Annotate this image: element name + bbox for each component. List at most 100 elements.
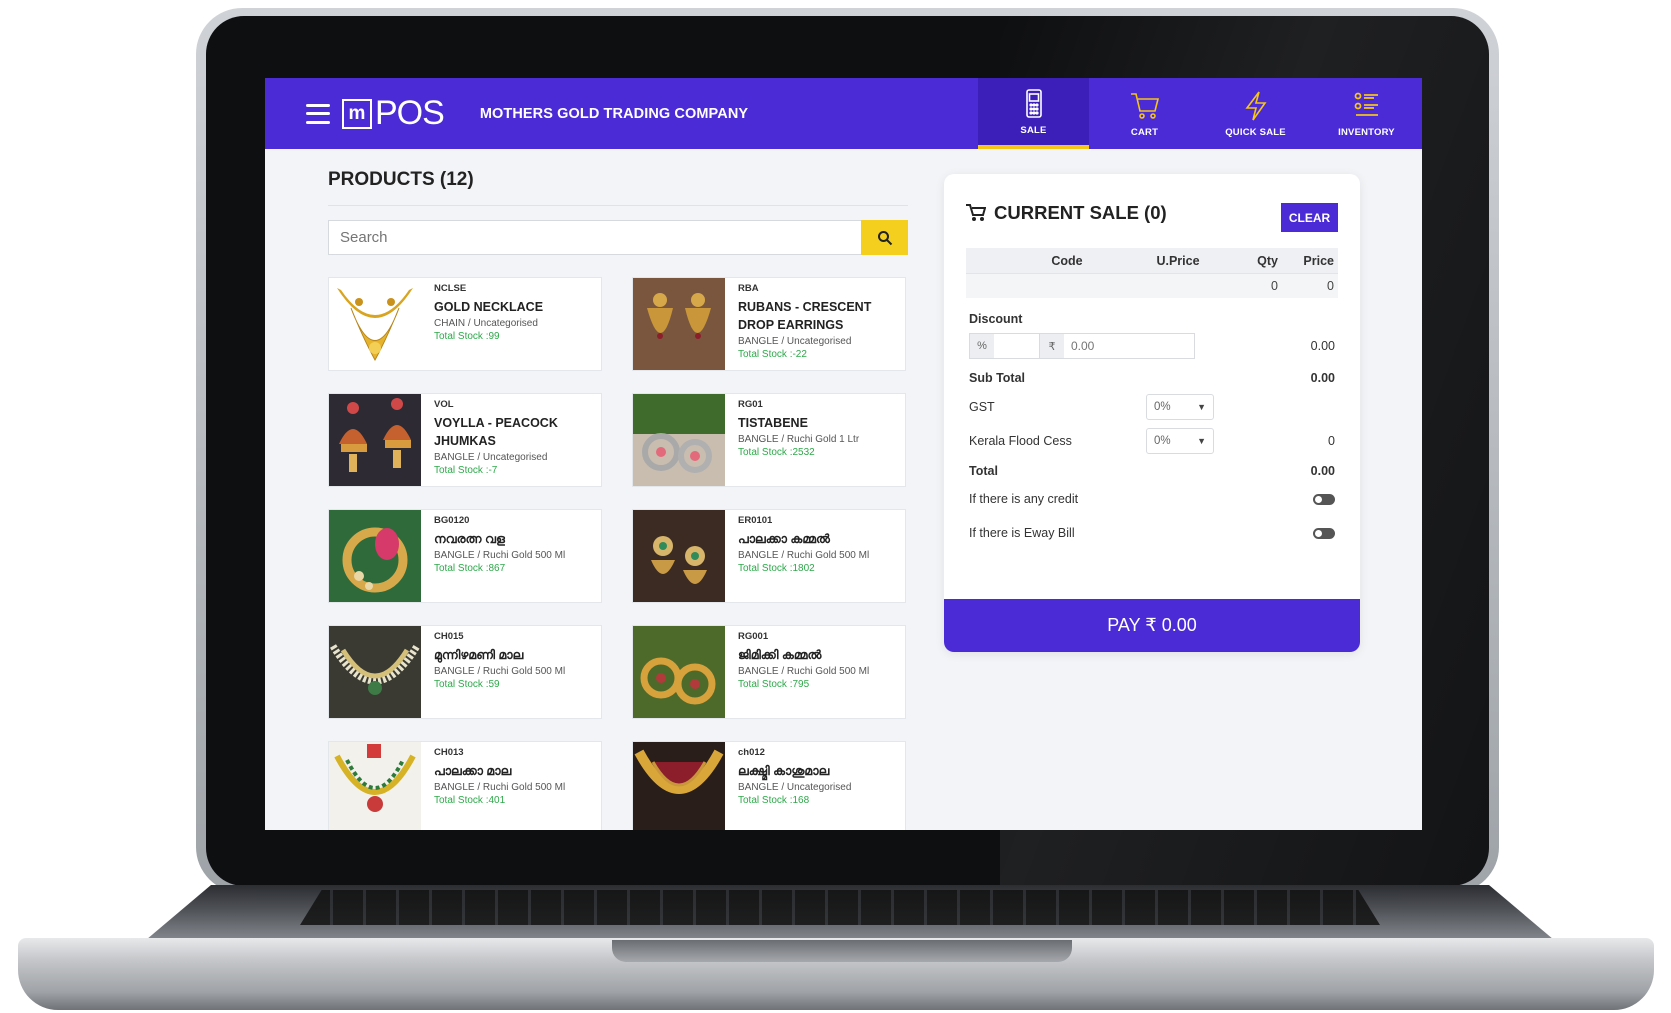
product-name: പാലക്കാ കമ്മൽ	[738, 532, 830, 546]
product-card[interactable]: NCLSE GOLD NECKLACE CHAIN / Uncategorise…	[328, 277, 602, 371]
percent-addon: %	[970, 334, 994, 358]
search-button[interactable]	[861, 220, 908, 255]
product-card[interactable]: CH013 പാലക്കാ മാല BANGLE / Ruchi Gold 50…	[328, 741, 602, 830]
product-card[interactable]: ch012 ലക്ഷ്മി കാശുമാല BANGLE / Uncategor…	[632, 741, 906, 830]
product-name: TISTABENE	[738, 416, 808, 430]
product-code: RG001	[738, 631, 769, 642]
product-card[interactable]: RG01 TISTABENE BANGLE / Ruchi Gold 1 Ltr…	[632, 393, 906, 487]
tab-inventory-label: INVENTORY	[1338, 127, 1395, 138]
cell-qty: 0	[1271, 279, 1278, 293]
gst-row: GST 0% ▼	[969, 394, 1335, 420]
current-sale-title: CURRENT SALE (0)	[994, 202, 1167, 223]
credit-label: If there is any credit	[969, 492, 1079, 506]
product-grid: NCLSE GOLD NECKLACE CHAIN / Uncategorise…	[328, 277, 908, 830]
tab-sale-label: SALE	[1020, 125, 1047, 136]
discount-amount-field[interactable]: ₹	[1040, 333, 1195, 359]
credit-toggle[interactable]	[1313, 493, 1335, 505]
table-header: Code U.Price Qty Price	[966, 248, 1338, 273]
tab-inventory[interactable]: INVENTORY	[1311, 78, 1422, 149]
product-name: RUBANS - CRESCENT DROP EARRINGS	[738, 300, 872, 332]
product-category: BANGLE / Uncategorised	[434, 452, 548, 463]
product-name: ജിമിക്കി കമ്മൽ	[738, 648, 822, 662]
product-code: BG0120	[434, 515, 470, 526]
product-name: VOYLLA - PEACOCK JHUMKAS	[434, 416, 558, 448]
col-qty: Qty	[1257, 253, 1278, 268]
product-card[interactable]: RG001 ജിമിക്കി കമ്മൽ BANGLE / Ruchi Gold…	[632, 625, 906, 719]
logo-text: POS	[375, 94, 445, 132]
chevron-down-icon: ▼	[1197, 402, 1206, 412]
product-card[interactable]: RBA RUBANS - CRESCENT DROP EARRINGS BANG…	[632, 277, 906, 371]
product-stock: Total Stock :2532	[738, 447, 815, 458]
product-image-peacock-jhumkas	[329, 394, 421, 486]
eway-row: If there is Eway Bill	[969, 526, 1335, 540]
subtotal-value: 0.00	[1310, 371, 1335, 385]
product-code: ch012	[738, 747, 765, 758]
cess-value: 0	[1328, 434, 1335, 448]
chevron-down-icon: ▼	[1197, 436, 1206, 446]
list-icon	[1354, 92, 1378, 116]
search-input[interactable]	[328, 220, 861, 255]
gst-select-value: 0%	[1154, 401, 1171, 413]
product-card[interactable]: ER0101 പാലക്കാ കമ്മൽ BANGLE / Ruchi Gold…	[632, 509, 906, 603]
discount-percent-field[interactable]: %	[969, 333, 1040, 359]
clear-button[interactable]: CLEAR	[1281, 203, 1338, 232]
cess-label: Kerala Flood Cess	[969, 434, 1072, 448]
table-row: 0 0	[966, 273, 1338, 298]
col-price: Price	[1303, 253, 1334, 268]
gst-select[interactable]: 0% ▼	[1146, 394, 1214, 420]
rupee-addon: ₹	[1040, 334, 1064, 358]
cess-row: Kerala Flood Cess 0% ▼ 0	[969, 428, 1335, 454]
trackpad-notch	[612, 940, 1072, 962]
total-label: Total	[969, 464, 998, 478]
subtotal-row: Sub Total 0.00	[969, 371, 1335, 385]
eway-label: If there is Eway Bill	[969, 526, 1075, 540]
logo-mark: m	[342, 98, 372, 129]
product-name: GOLD NECKLACE	[434, 300, 544, 314]
product-category: BANGLE / Ruchi Gold 500 Ml	[434, 782, 566, 793]
product-category: BANGLE / Ruchi Gold 500 Ml	[738, 666, 870, 677]
discount-amount-input[interactable]	[1064, 334, 1194, 358]
tab-quick-sale[interactable]: QUICK SALE	[1200, 78, 1311, 149]
cess-select[interactable]: 0% ▼	[1146, 428, 1214, 454]
product-image-pearl-necklace	[329, 626, 421, 718]
product-image-jimikki-earrings	[633, 626, 725, 718]
product-name: മുന്നിഴമണി മാല	[434, 648, 524, 662]
product-code: RG01	[738, 399, 763, 410]
product-stock: Total Stock :99	[434, 331, 500, 342]
keyboard	[300, 890, 1380, 925]
product-stock: Total Stock :401	[434, 795, 506, 806]
hamburger-menu-icon[interactable]	[306, 103, 330, 124]
main-nav: SALE CART QUICK SALE INVENTORY	[978, 78, 1422, 149]
search-bar	[328, 220, 908, 255]
product-code: CH015	[434, 631, 464, 642]
tab-cart-label: CART	[1130, 127, 1159, 138]
product-card[interactable]: CH015 മുന്നിഴമണി മാല BANGLE / Ruchi Gold…	[328, 625, 602, 719]
product-image-palakka-earrings	[633, 510, 725, 602]
product-category: BANGLE / Ruchi Gold 1 Ltr	[738, 434, 860, 445]
product-image-tistabene	[633, 394, 725, 486]
tab-cart[interactable]: CART	[1089, 78, 1200, 149]
lightning-icon	[1244, 91, 1267, 121]
product-stock: Total Stock :168	[738, 795, 810, 806]
product-card[interactable]: BG0120 നവരത്ന വള BANGLE / Ruchi Gold 500…	[328, 509, 602, 603]
product-category: BANGLE / Ruchi Gold 500 Ml	[434, 666, 566, 677]
discount-label: Discount	[969, 312, 1023, 326]
cell-price: 0	[1327, 279, 1334, 293]
product-code: RBA	[738, 283, 759, 294]
search-icon	[877, 230, 892, 245]
product-image-navaratna-bangle	[329, 510, 421, 602]
product-stock: Total Stock :-22	[738, 349, 807, 360]
product-card[interactable]: VOL VOYLLA - PEACOCK JHUMKAS BANGLE / Un…	[328, 393, 602, 487]
product-image-crescent-earrings	[633, 278, 725, 370]
product-category: BANGLE / Uncategorised	[738, 336, 852, 347]
eway-toggle[interactable]	[1313, 527, 1335, 539]
product-code: CH013	[434, 747, 464, 758]
credit-row: If there is any credit	[969, 492, 1335, 506]
product-stock: Total Stock :-7	[434, 465, 498, 476]
product-category: BANGLE / Ruchi Gold 500 Ml	[434, 550, 566, 561]
tab-sale[interactable]: SALE	[978, 78, 1089, 149]
product-image-palakka-necklace	[329, 742, 421, 830]
company-name: MOTHERS GOLD TRADING COMPANY	[479, 105, 749, 122]
pos-terminal-icon	[1025, 89, 1042, 118]
pay-button[interactable]: PAY ₹ 0.00	[944, 599, 1360, 652]
